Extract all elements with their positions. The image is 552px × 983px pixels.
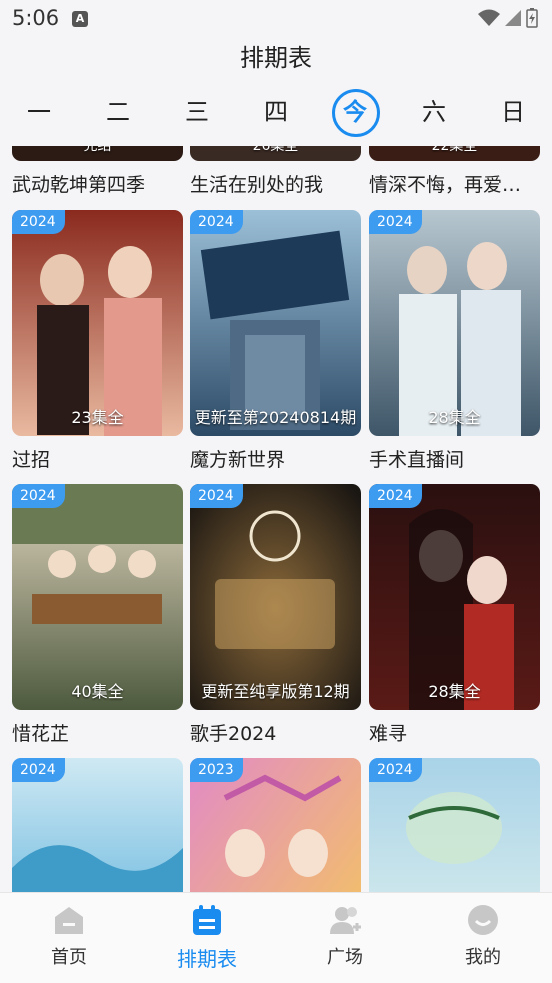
bottom-tab-bar: 首页 排期表 广场 我的 bbox=[0, 892, 552, 983]
people-icon bbox=[330, 907, 361, 934]
tab-label: 排期表 bbox=[177, 947, 237, 971]
tab-home[interactable]: 首页 bbox=[19, 903, 119, 973]
home-icon bbox=[55, 907, 83, 934]
poster: 2024 40集全 bbox=[12, 484, 183, 710]
profile-icon bbox=[468, 905, 498, 935]
poster: 2024 28集全 bbox=[369, 210, 540, 436]
show-title: 武动乾坤第四季 bbox=[12, 174, 146, 196]
show-title: 魔方新世界 bbox=[190, 449, 286, 471]
status-bar: 5:06 A bbox=[0, 0, 552, 36]
tab-label: 广场 bbox=[327, 947, 363, 968]
show-title: 手术直播间 bbox=[369, 449, 465, 471]
tab-profile[interactable]: 我的 bbox=[433, 903, 533, 973]
poster: 2024 28集全 bbox=[369, 484, 540, 710]
poster: 2023 bbox=[190, 758, 361, 892]
poster-image bbox=[190, 210, 361, 436]
show-card[interactable]: 2024 bbox=[12, 758, 183, 892]
calendar-icon bbox=[193, 905, 221, 935]
poster-image bbox=[190, 484, 361, 710]
show-title: 惜花芷 bbox=[12, 723, 70, 745]
show-card[interactable]: 2024 23集全 过招 bbox=[12, 210, 183, 472]
schedule-grid: 完结 武动乾坤第四季 26集全 生活在别处的我 22集全 情深不悔，再爱… 20… bbox=[0, 146, 552, 892]
status-time: 5:06 bbox=[12, 6, 60, 30]
show-card[interactable]: 2024 更新至纯享版第12期 歌手2024 bbox=[190, 484, 361, 746]
show-title: 生活在别处的我 bbox=[190, 174, 324, 196]
poster-image bbox=[369, 484, 540, 710]
tab-square[interactable]: 广场 bbox=[295, 903, 395, 973]
show-card[interactable]: 2024 28集全 难寻 bbox=[369, 484, 540, 746]
year-badge: 2024 bbox=[369, 484, 422, 508]
weekday-tue[interactable]: 二 bbox=[94, 88, 142, 136]
episode-status: 28集全 bbox=[428, 682, 481, 701]
poster: 22集全 bbox=[369, 146, 540, 161]
episode-status: 23集全 bbox=[71, 408, 124, 427]
weekday-wed[interactable]: 三 bbox=[173, 88, 221, 136]
show-title: 过招 bbox=[12, 449, 51, 471]
poster: 完结 bbox=[12, 146, 183, 161]
episode-status: 更新至第20240814期 bbox=[194, 408, 357, 427]
year-badge: 2023 bbox=[190, 758, 243, 782]
show-card[interactable]: 完结 武动乾坤第四季 bbox=[12, 146, 183, 197]
page-title: 排期表 bbox=[240, 44, 312, 72]
tab-label: 首页 bbox=[51, 947, 87, 968]
show-title: 歌手2024 bbox=[190, 723, 277, 745]
show-card[interactable]: 2024 bbox=[369, 758, 540, 892]
poster: 2024 23集全 bbox=[12, 210, 183, 436]
weekday-sat[interactable]: 六 bbox=[410, 88, 458, 136]
episode-status: 更新至纯享版第12期 bbox=[201, 682, 350, 701]
weekday-selector: 一 二 三 四 今 六 日 bbox=[0, 84, 552, 140]
poster: 2024 bbox=[12, 758, 183, 892]
show-title: 情深不悔，再爱… bbox=[369, 174, 522, 196]
show-card[interactable]: 2024 28集全 手术直播间 bbox=[369, 210, 540, 472]
year-badge: 2024 bbox=[12, 758, 65, 782]
tab-schedule[interactable]: 排期表 bbox=[157, 903, 257, 973]
poster-image bbox=[369, 210, 540, 436]
battery-icon bbox=[526, 8, 538, 28]
wifi-icon bbox=[478, 9, 500, 26]
show-card[interactable]: 2024 40集全 惜花芷 bbox=[12, 484, 183, 746]
app-notification-icon: A bbox=[72, 11, 88, 27]
poster: 2024 更新至纯享版第12期 bbox=[190, 484, 361, 710]
show-card[interactable]: 2024 更新至第20240814期 魔方新世界 bbox=[190, 210, 361, 472]
poster: 26集全 bbox=[190, 146, 361, 161]
signal-icon bbox=[505, 10, 521, 26]
weekday-sun[interactable]: 日 bbox=[489, 88, 537, 136]
status-icons bbox=[478, 8, 538, 28]
poster-image bbox=[12, 484, 183, 710]
show-card[interactable]: 26集全 生活在别处的我 bbox=[190, 146, 361, 197]
year-badge: 2024 bbox=[369, 210, 422, 234]
poster-image bbox=[12, 210, 183, 436]
show-title: 难寻 bbox=[369, 723, 408, 745]
year-badge: 2024 bbox=[190, 210, 243, 234]
year-badge: 2024 bbox=[12, 210, 65, 234]
year-badge: 2024 bbox=[369, 758, 422, 782]
weekday-today[interactable]: 今 bbox=[331, 88, 380, 137]
tab-label: 我的 bbox=[465, 947, 501, 968]
poster: 2024 bbox=[369, 758, 540, 892]
show-card[interactable]: 2023 bbox=[190, 758, 361, 892]
weekday-thu[interactable]: 四 bbox=[252, 88, 300, 136]
episode-status: 40集全 bbox=[71, 682, 124, 701]
poster: 2024 更新至第20240814期 bbox=[190, 210, 361, 436]
year-badge: 2024 bbox=[12, 484, 65, 508]
episode-status: 28集全 bbox=[428, 408, 481, 427]
weekday-mon[interactable]: 一 bbox=[15, 88, 63, 136]
show-card[interactable]: 22集全 情深不悔，再爱… bbox=[369, 146, 540, 197]
year-badge: 2024 bbox=[190, 484, 243, 508]
